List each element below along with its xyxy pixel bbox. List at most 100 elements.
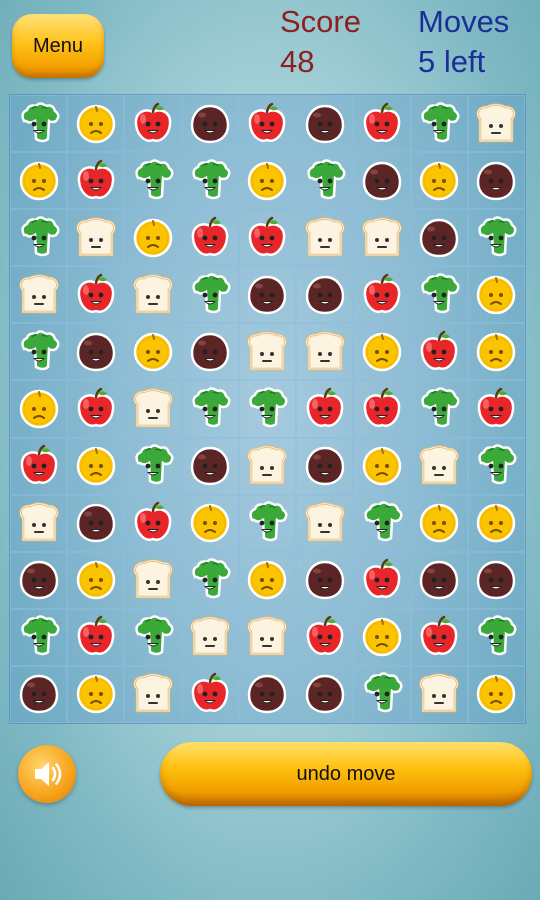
board-cell[interactable]	[410, 323, 468, 381]
board-cell[interactable]	[353, 494, 411, 552]
board-cell[interactable]	[353, 152, 411, 210]
board-cell[interactable]	[296, 380, 354, 438]
board-cell[interactable]	[410, 608, 468, 666]
board-cell[interactable]	[67, 494, 125, 552]
board-cell[interactable]	[410, 665, 468, 723]
board-cell[interactable]	[67, 95, 125, 153]
board-cell[interactable]	[181, 494, 239, 552]
board-cell[interactable]	[410, 437, 468, 495]
board-cell[interactable]	[67, 209, 125, 267]
board-cell[interactable]	[238, 152, 297, 210]
board-cell[interactable]	[353, 608, 411, 666]
board-cell[interactable]	[238, 380, 297, 438]
board-cell[interactable]	[410, 209, 468, 267]
board-cell[interactable]	[467, 380, 525, 438]
board-cell[interactable]	[238, 608, 297, 666]
board-cell[interactable]	[467, 665, 525, 723]
board-cell[interactable]	[124, 665, 182, 723]
board-cell[interactable]	[238, 209, 297, 267]
board-cell[interactable]	[124, 95, 182, 153]
board-cell[interactable]	[67, 551, 125, 609]
board-cell[interactable]	[296, 323, 354, 381]
board-cell[interactable]	[124, 152, 182, 210]
board-cell[interactable]	[467, 551, 525, 609]
board-cell[interactable]	[10, 437, 68, 495]
board-cell[interactable]	[10, 152, 68, 210]
board-cell[interactable]	[410, 494, 468, 552]
board-cell[interactable]	[467, 209, 525, 267]
menu-button[interactable]: Menu	[12, 14, 104, 78]
board-cell[interactable]	[410, 380, 468, 438]
board-cell[interactable]	[467, 437, 525, 495]
board-cell[interactable]	[353, 95, 411, 153]
board-cell[interactable]	[296, 266, 354, 324]
board-cell[interactable]	[10, 608, 68, 666]
board-cell[interactable]	[238, 494, 297, 552]
board-cell[interactable]	[67, 152, 125, 210]
board-cell[interactable]	[181, 209, 239, 267]
board-cell[interactable]	[67, 323, 125, 381]
board-cell[interactable]	[181, 95, 239, 153]
board-cell[interactable]	[296, 209, 354, 267]
board-cell[interactable]	[467, 323, 525, 381]
board-cell[interactable]	[467, 266, 525, 324]
board-cell[interactable]	[181, 437, 239, 495]
board-cell[interactable]	[296, 437, 354, 495]
board-cell[interactable]	[181, 380, 239, 438]
board-cell[interactable]	[10, 95, 68, 153]
board-cell[interactable]	[238, 437, 297, 495]
board-cell[interactable]	[353, 266, 411, 324]
board-cell[interactable]	[124, 209, 182, 267]
board-cell[interactable]	[238, 665, 297, 723]
board-cell[interactable]	[10, 323, 68, 381]
board-cell[interactable]	[353, 380, 411, 438]
board-cell[interactable]	[296, 608, 354, 666]
board-cell[interactable]	[10, 665, 68, 723]
board-cell[interactable]	[181, 551, 239, 609]
board-cell[interactable]	[410, 266, 468, 324]
board-cell[interactable]	[353, 323, 411, 381]
board-cell[interactable]	[124, 380, 182, 438]
board-cell[interactable]	[181, 665, 239, 723]
board-cell[interactable]	[181, 323, 239, 381]
board-cell[interactable]	[410, 551, 468, 609]
board-cell[interactable]	[124, 266, 182, 324]
board-cell[interactable]	[296, 95, 354, 153]
board-cell[interactable]	[10, 494, 68, 552]
board-cell[interactable]	[296, 494, 354, 552]
board-cell[interactable]	[410, 95, 468, 153]
board-cell[interactable]	[67, 608, 125, 666]
board-cell[interactable]	[238, 323, 297, 381]
board-cell[interactable]	[67, 380, 125, 438]
board-cell[interactable]	[67, 665, 125, 723]
board-cell[interactable]	[353, 551, 411, 609]
board-cell[interactable]	[10, 551, 68, 609]
board-cell[interactable]	[296, 665, 354, 723]
board-cell[interactable]	[67, 266, 125, 324]
board-cell[interactable]	[181, 152, 239, 210]
board-cell[interactable]	[353, 437, 411, 495]
board-cell[interactable]	[10, 266, 68, 324]
undo-move-button[interactable]: undo move	[160, 742, 532, 806]
board-cell[interactable]	[238, 266, 297, 324]
board-cell[interactable]	[467, 152, 525, 210]
board-cell[interactable]	[467, 608, 525, 666]
board-cell[interactable]	[10, 209, 68, 267]
board-cell[interactable]	[410, 152, 468, 210]
board-cell[interactable]	[467, 95, 525, 153]
sound-button[interactable]	[18, 745, 76, 803]
board-cell[interactable]	[124, 437, 182, 495]
board-cell[interactable]	[353, 209, 411, 267]
board-cell[interactable]	[238, 551, 297, 609]
board-cell[interactable]	[467, 494, 525, 552]
board-cell[interactable]	[10, 380, 68, 438]
board-cell[interactable]	[181, 266, 239, 324]
board-cell[interactable]	[296, 152, 354, 210]
board-cell[interactable]	[124, 494, 182, 552]
board-cell[interactable]	[181, 608, 239, 666]
board-cell[interactable]	[124, 608, 182, 666]
board-cell[interactable]	[124, 551, 182, 609]
board-cell[interactable]	[124, 323, 182, 381]
board-cell[interactable]	[296, 551, 354, 609]
board-cell[interactable]	[353, 665, 411, 723]
